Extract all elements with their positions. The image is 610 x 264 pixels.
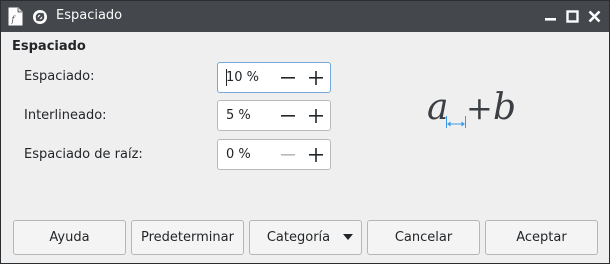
root-spacing-value[interactable]: 0 % xyxy=(226,147,251,162)
maximize-icon[interactable] xyxy=(563,7,582,26)
line-spacing-value[interactable]: 5 % xyxy=(226,108,251,123)
text-caret xyxy=(226,69,227,86)
spacing-decrease-icon[interactable] xyxy=(280,70,296,86)
ok-button[interactable]: Aceptar xyxy=(485,220,598,255)
line-spacing-spinbox[interactable]: 5 % xyxy=(217,100,331,131)
minimize-icon[interactable] xyxy=(541,7,560,26)
dialog-window: f Espaciado Espaciado Espaciado: 10 % In… xyxy=(0,0,610,264)
category-label: Categoría xyxy=(266,230,331,245)
help-button[interactable]: Ayuda xyxy=(13,220,126,255)
close-icon[interactable] xyxy=(585,7,604,26)
default-button[interactable]: Predeterminar xyxy=(131,220,244,255)
category-button[interactable]: Categoría xyxy=(249,220,362,255)
spacing-spinbox[interactable]: 10 % xyxy=(217,62,331,93)
root-spacing-decrease-icon xyxy=(281,154,295,156)
cancel-button[interactable]: Cancelar xyxy=(367,220,480,255)
spacing-preview: a + b xyxy=(427,87,516,128)
title-bar: f Espaciado xyxy=(1,1,609,32)
spacing-value[interactable]: 10 % xyxy=(226,70,259,85)
line-spacing-label: Interlineado: xyxy=(24,108,107,123)
app-icon[interactable]: f xyxy=(8,7,23,26)
section-title: Espaciado xyxy=(12,39,86,54)
line-spacing-increase-icon[interactable] xyxy=(308,108,324,124)
root-spacing-spinbox[interactable]: 0 % xyxy=(217,139,331,170)
spacing-indicator-icon xyxy=(446,116,466,128)
dropdown-arrow-icon xyxy=(343,234,353,240)
spacing-increase-icon[interactable] xyxy=(308,70,324,86)
pin-icon[interactable] xyxy=(32,9,48,25)
spacing-label: Espaciado: xyxy=(24,69,95,84)
preview-left-symbol: a xyxy=(427,87,448,128)
preview-operator: + xyxy=(466,89,493,127)
window-title: Espaciado xyxy=(56,8,123,23)
root-spacing-increase-icon[interactable] xyxy=(308,147,324,163)
line-spacing-decrease-icon[interactable] xyxy=(280,108,296,124)
preview-right-symbol: b xyxy=(493,87,516,128)
root-spacing-label: Espaciado de raíz: xyxy=(24,147,143,162)
